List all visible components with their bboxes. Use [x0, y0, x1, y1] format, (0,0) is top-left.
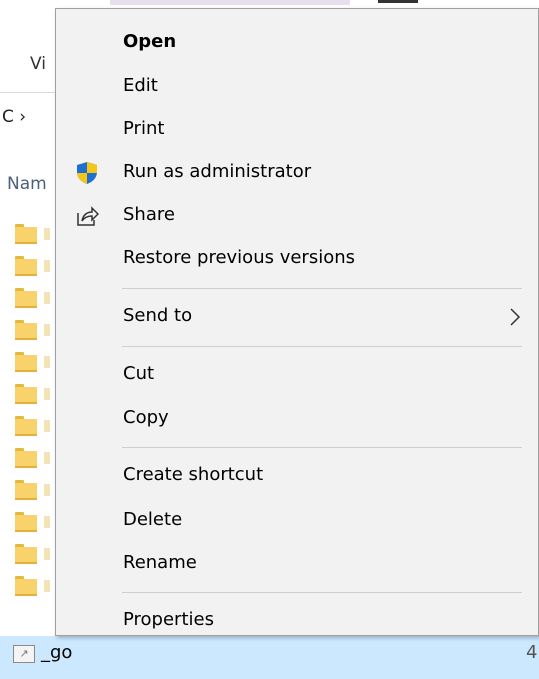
menu-item-edit[interactable]: Edit	[56, 67, 538, 107]
menu-item-cut[interactable]: Cut	[56, 355, 538, 395]
menu-item-label: Create shortcut	[123, 464, 264, 485]
chevron-right-icon	[510, 308, 521, 326]
menu-item-run-as-administrator[interactable]: Run as administrator	[56, 153, 538, 193]
list-item[interactable]	[0, 316, 56, 348]
menu-item-properties[interactable]: Properties	[56, 601, 538, 641]
folder-icon	[15, 544, 37, 564]
shortcut-file-icon: ↗	[13, 645, 35, 663]
context-menu: Open Edit Print Run as administrator Sha…	[55, 8, 539, 636]
title-bar-fragment	[110, 0, 350, 5]
selected-file-size: 4	[526, 642, 538, 663]
list-item[interactable]	[0, 572, 56, 604]
menu-item-label: Open	[123, 31, 177, 52]
title-text-fragment	[378, 0, 418, 3]
menu-item-create-shortcut[interactable]: Create shortcut	[56, 456, 538, 496]
menu-item-restore-previous-versions[interactable]: Restore previous versions	[56, 239, 538, 279]
menu-item-label: Copy	[123, 407, 169, 428]
menu-item-share[interactable]: Share	[56, 196, 538, 236]
folder-icon	[15, 576, 37, 596]
share-icon	[77, 206, 99, 226]
menu-item-label: Run as administrator	[123, 161, 312, 182]
folder-icon	[15, 384, 37, 404]
menu-item-label: Properties	[123, 609, 214, 630]
folder-icon	[15, 288, 37, 308]
menu-item-label: Print	[123, 118, 165, 139]
list-item[interactable]	[0, 284, 56, 316]
list-item[interactable]	[0, 412, 56, 444]
file-list	[0, 220, 56, 604]
list-item[interactable]	[0, 348, 56, 380]
menu-separator	[122, 288, 522, 289]
folder-icon	[15, 448, 37, 468]
menu-item-label: Edit	[123, 75, 158, 96]
menu-item-label: Restore previous versions	[123, 247, 356, 268]
menu-item-send-to[interactable]: Send to	[56, 297, 538, 337]
menu-item-label: Share	[123, 204, 175, 225]
menu-item-open[interactable]: Open	[56, 23, 538, 63]
menu-item-print[interactable]: Print	[56, 110, 538, 150]
menu-item-label: Delete	[123, 509, 183, 530]
screen: Vi C › Nam ↗ _go 4 Open Edit Print Run a…	[0, 0, 539, 679]
folder-icon	[15, 352, 37, 372]
list-item[interactable]	[0, 252, 56, 284]
menu-separator	[122, 592, 522, 593]
column-header-name[interactable]: Nam	[7, 174, 47, 194]
menu-item-copy[interactable]: Copy	[56, 399, 538, 439]
menu-item-delete[interactable]: Delete	[56, 501, 538, 541]
ribbon-divider	[0, 92, 56, 93]
list-item[interactable]	[0, 444, 56, 476]
folder-icon	[15, 256, 37, 276]
folder-icon	[15, 480, 37, 500]
folder-icon	[15, 224, 37, 244]
list-item[interactable]	[0, 508, 56, 540]
list-item[interactable]	[0, 540, 56, 572]
ribbon-tab-view[interactable]: Vi	[30, 54, 46, 74]
list-item[interactable]	[0, 380, 56, 412]
selected-file-row[interactable]	[0, 636, 539, 679]
list-item[interactable]	[0, 220, 56, 252]
folder-icon	[15, 512, 37, 532]
uac-shield-icon	[77, 162, 97, 184]
folder-icon	[15, 320, 37, 340]
menu-item-label: Rename	[123, 552, 197, 573]
folder-icon	[15, 416, 37, 436]
list-item[interactable]	[0, 476, 56, 508]
menu-item-label: Send to	[123, 305, 193, 326]
menu-item-label: Cut	[123, 363, 155, 384]
address-bar[interactable]: C ›	[2, 107, 26, 127]
menu-separator	[122, 346, 522, 347]
selected-file-name: _go	[41, 642, 73, 663]
menu-item-rename[interactable]: Rename	[56, 544, 538, 584]
menu-separator	[122, 447, 522, 448]
